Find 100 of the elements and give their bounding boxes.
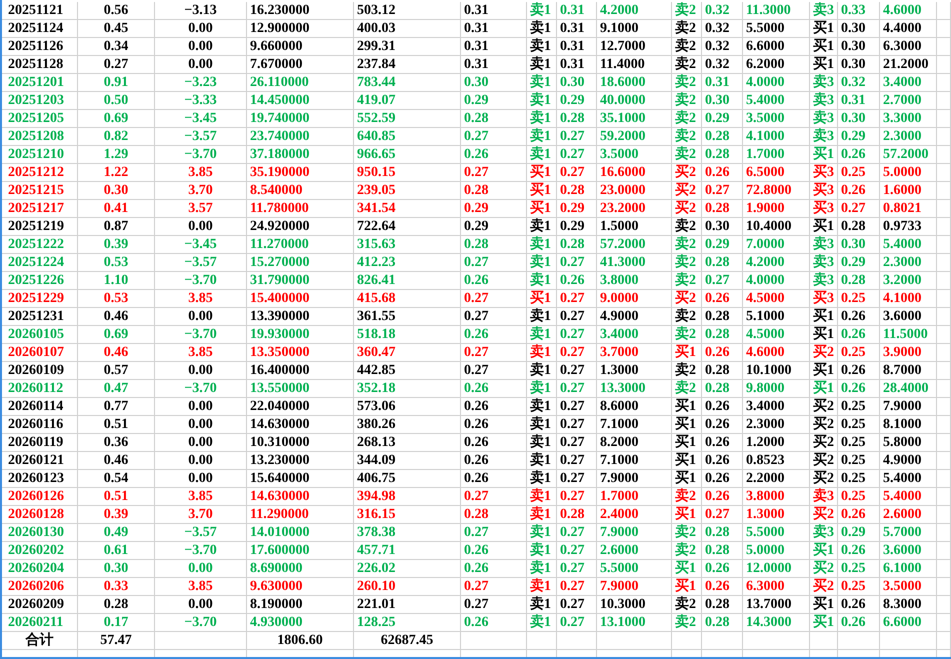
table-cell: 20260116	[2, 416, 78, 434]
table-cell: 0.28	[702, 614, 743, 632]
table-cell: 260.10	[354, 578, 461, 596]
table-cell: 3.4000	[880, 74, 937, 92]
table-cell: 3.8000	[597, 272, 672, 290]
table-cell: −3.23	[155, 74, 247, 92]
table-cell: 0.27	[557, 560, 597, 578]
table-cell: 0.26	[461, 434, 527, 452]
table-cell: 18.6000	[597, 74, 672, 92]
table-cell: 0.28	[702, 200, 743, 218]
table-cell: 966.65	[354, 146, 461, 164]
table-cell: 0.27	[557, 308, 597, 326]
table-cell: 买2	[810, 344, 838, 362]
table-cell: 买2	[810, 470, 838, 488]
table-cell: 合计	[2, 632, 78, 650]
empty-cell	[937, 326, 951, 344]
table-cell: 卖3	[810, 92, 838, 110]
table-cell: 0.32	[702, 20, 743, 38]
table-cell: 0.28	[557, 182, 597, 200]
table-cell: 5.5000	[597, 560, 672, 578]
table-cell: 8.6000	[597, 398, 672, 416]
table-cell: −3.70	[155, 272, 247, 290]
table-cell: 0.36	[78, 434, 155, 452]
empty-cell	[937, 110, 951, 128]
table-cell: −3.70	[155, 614, 247, 632]
table-cell: 0.00	[155, 362, 247, 380]
table-cell: 20251215	[2, 182, 78, 200]
empty-cell	[937, 74, 951, 92]
table-cell: 14.630000	[247, 416, 354, 434]
table-cell: 11.3000	[743, 2, 810, 20]
table-cell: 20260204	[2, 560, 78, 578]
table-cell: 0.29	[557, 218, 597, 236]
table-cell: 4.4000	[880, 20, 937, 38]
table-cell: 0.61	[78, 542, 155, 560]
table-cell: 2.7000	[880, 92, 937, 110]
table-cell: 卖3	[810, 254, 838, 272]
table-cell: 0.57	[78, 362, 155, 380]
table-cell: 16.230000	[247, 2, 354, 20]
table-cell: 买2	[672, 200, 702, 218]
empty-cell	[937, 2, 951, 20]
table-cell: 0.00	[155, 560, 247, 578]
table-cell: 9.630000	[247, 578, 354, 596]
table-cell: 0.27	[461, 578, 527, 596]
table-cell: 0.69	[78, 110, 155, 128]
table-cell: 0.27	[557, 596, 597, 614]
table-cell: 买1	[810, 542, 838, 560]
table-cell: 20251203	[2, 92, 78, 110]
table-cell: 买1	[810, 308, 838, 326]
table-cell: 20260206	[2, 578, 78, 596]
table-cell: 0.26	[461, 614, 527, 632]
table-cell: 0.27	[557, 524, 597, 542]
table-cell: 0.27	[557, 380, 597, 398]
table-cell: −3.45	[155, 236, 247, 254]
table-cell: 20260130	[2, 524, 78, 542]
table-cell: 8.7000	[880, 362, 937, 380]
table-cell: 400.03	[354, 20, 461, 38]
empty-cell	[557, 632, 597, 650]
table-cell: 3.57	[155, 200, 247, 218]
table-cell: 0.30	[702, 92, 743, 110]
empty-cell	[810, 632, 838, 650]
table-cell: −3.70	[155, 326, 247, 344]
table-cell: 7.9000	[597, 578, 672, 596]
table-cell: 卖1	[527, 20, 557, 38]
table-cell: 0.31	[557, 56, 597, 74]
empty-cell	[937, 182, 951, 200]
table-cell: 买1	[672, 470, 702, 488]
table-cell: 0.25	[838, 560, 880, 578]
table-cell: 26.110000	[247, 74, 354, 92]
table-cell: 1.6000	[880, 182, 937, 200]
table-cell: 卖1	[527, 128, 557, 146]
table-cell: 买2	[672, 182, 702, 200]
table-cell: 0.27	[461, 344, 527, 362]
table-cell: 24.920000	[247, 218, 354, 236]
table-cell: 卖1	[527, 578, 557, 596]
table-cell: 35.190000	[247, 164, 354, 182]
table-cell: 0.29	[461, 200, 527, 218]
table-cell: 9.660000	[247, 38, 354, 56]
table-cell: 卖2	[672, 236, 702, 254]
table-cell: 0.27	[557, 542, 597, 560]
table-cell: 8.3000	[880, 596, 937, 614]
table-cell: 卖1	[527, 38, 557, 56]
table-cell: 3.6000	[880, 308, 937, 326]
table-cell: 买2	[810, 506, 838, 524]
table-cell: 40.0000	[597, 92, 672, 110]
table-cell: 10.1000	[743, 362, 810, 380]
table-cell: 0.30	[838, 236, 880, 254]
table-cell: 卖1	[527, 434, 557, 452]
table-cell: 卖2	[672, 380, 702, 398]
table-cell: 卖1	[527, 488, 557, 506]
table-cell: 0.28	[702, 524, 743, 542]
table-cell: 0.27	[461, 290, 527, 308]
table-cell: 3.7000	[597, 344, 672, 362]
table-cell: 买2	[810, 416, 838, 434]
table-cell: 0.25	[838, 488, 880, 506]
table-cell: 0.27	[702, 272, 743, 290]
empty-cell	[880, 632, 937, 650]
table-cell: 买3	[810, 290, 838, 308]
table-cell: 0.00	[155, 470, 247, 488]
table-cell: 0.26	[702, 344, 743, 362]
table-cell: 5.4000	[880, 236, 937, 254]
